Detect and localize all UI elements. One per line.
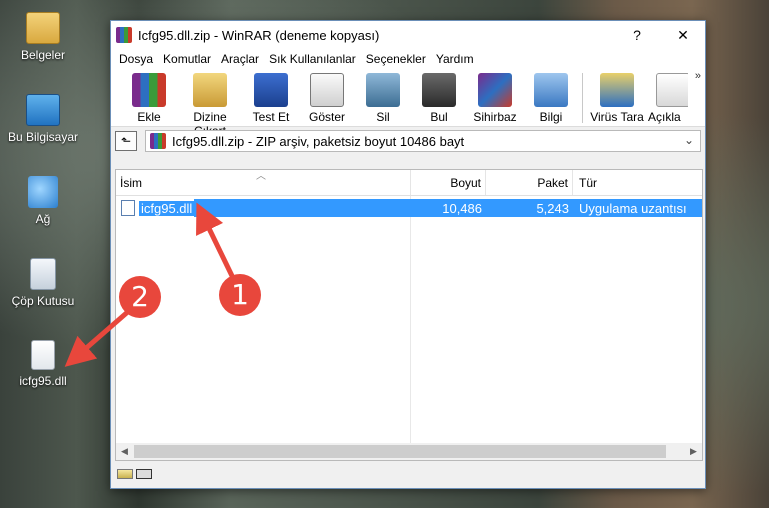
- callout-2-arrow: [64, 308, 132, 367]
- callout-arrows: [64, 202, 237, 367]
- callout-badge-1: 1: [219, 274, 261, 316]
- callout-1-arrow: [196, 202, 237, 282]
- callout-badge-2: 2: [119, 276, 161, 318]
